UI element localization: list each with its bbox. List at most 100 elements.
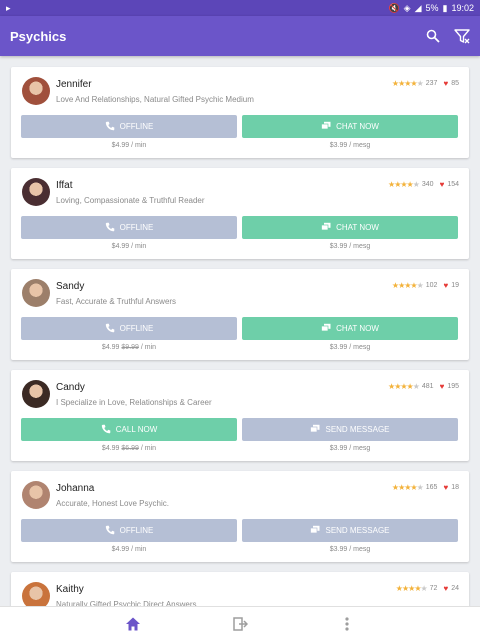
psychic-name[interactable]: Jennifer [56, 79, 92, 90]
call-price-rate: / min [140, 344, 157, 351]
message-price: $3.99 / mesg [329, 142, 371, 149]
message-price: $3.99 / mesg [329, 546, 371, 553]
phone-icon [105, 121, 115, 133]
call-button-label: OFFLINE [119, 223, 154, 232]
chat-icon [321, 222, 331, 234]
call-button-label: OFFLINE [119, 526, 154, 535]
message-button-label: CHAT NOW [336, 122, 379, 131]
heart-icon: ♥ [443, 79, 449, 88]
avatar[interactable] [22, 481, 50, 509]
more-vertical-icon[interactable] [327, 610, 367, 638]
psychic-card[interactable]: Johanna Accurate, Honest Love Psychic. ★… [11, 471, 469, 562]
psychic-card[interactable]: Kaithy Naturally Gifted Psychic Direct A… [11, 572, 469, 606]
review-count: 102 [425, 282, 438, 289]
psychic-card[interactable]: Jennifer Love And Relationships, Natural… [11, 67, 469, 158]
call-button[interactable]: OFFLINE [21, 519, 237, 542]
favorite-count: 18 [451, 484, 459, 491]
review-count: 72 [429, 585, 438, 592]
favorite-count: 19 [451, 282, 459, 289]
star-rating: ★★★★★ [388, 382, 420, 391]
call-price-original: $9.99 [121, 344, 139, 351]
chat-icon [321, 121, 331, 133]
psychic-tagline: Love And Relationships, Natural Gifted P… [56, 95, 254, 104]
call-price: $4.99 / min [21, 546, 237, 553]
bottom-nav [0, 606, 480, 640]
mute-icon: 🔇 [388, 2, 400, 13]
psychic-list[interactable]: Jennifer Love And Relationships, Natural… [0, 56, 480, 606]
psychic-card[interactable]: Candy I Specialize in Love, Relationship… [11, 370, 469, 461]
avatar[interactable] [22, 178, 50, 206]
call-button[interactable]: OFFLINE [21, 216, 237, 239]
message-button-label: SEND MESSAGE [325, 526, 390, 535]
rating-block: ★★★★★ 102 ♥ 19 [392, 281, 459, 290]
review-count: 340 [421, 181, 434, 188]
avatar[interactable] [22, 279, 50, 307]
call-button-label: CALL NOW [115, 425, 158, 434]
call-price: $4.99 $6.99 / min [21, 445, 237, 452]
psychic-name[interactable]: Candy [56, 382, 85, 393]
battery-level: 5% [425, 3, 439, 13]
review-count: 237 [425, 80, 438, 87]
chat-icon [310, 424, 320, 436]
call-button[interactable]: CALL NOW [21, 418, 237, 441]
filter-icon[interactable] [454, 28, 470, 44]
psychic-tagline: Accurate, Honest Love Psychic. [56, 499, 169, 508]
message-price: $3.99 / mesg [329, 243, 371, 250]
heart-icon: ♥ [439, 382, 445, 391]
rating-block: ★★★★★ 165 ♥ 18 [392, 483, 459, 492]
message-button[interactable]: SEND MESSAGE [242, 519, 458, 542]
message-button-label: CHAT NOW [336, 324, 379, 333]
star-rating: ★★★★★ [391, 79, 424, 88]
home-icon[interactable] [113, 610, 153, 638]
psychic-tagline: I Specialize in Love, Relationships & Ca… [56, 398, 212, 407]
favorite-count: 85 [451, 80, 459, 87]
message-button[interactable]: SEND MESSAGE [242, 418, 458, 441]
message-button[interactable]: CHAT NOW [242, 216, 458, 239]
message-button-label: SEND MESSAGE [325, 425, 390, 434]
message-button[interactable]: CHAT NOW [242, 317, 458, 340]
call-price: $4.99 / min [21, 142, 237, 149]
notification-icon: ▸ [6, 2, 11, 13]
call-price-rate: / min [140, 445, 157, 452]
avatar[interactable] [22, 77, 50, 105]
heart-icon: ♥ [443, 584, 449, 593]
call-button[interactable]: OFFLINE [21, 317, 237, 340]
favorite-count: 154 [447, 181, 459, 188]
avatar[interactable] [22, 380, 50, 408]
message-price: $3.99 / mesg [329, 445, 371, 452]
phone-icon [105, 525, 115, 537]
star-rating: ★★★★★ [395, 584, 428, 593]
favorite-count: 195 [447, 383, 459, 390]
favorite-count: 24 [451, 585, 459, 592]
search-icon[interactable] [426, 29, 440, 43]
call-price-current: $4.99 [101, 445, 120, 452]
psychic-name[interactable]: Johanna [56, 483, 94, 494]
call-price: $4.99 / min [21, 243, 237, 250]
rating-block: ★★★★★ 481 ♥ 195 [388, 382, 459, 391]
call-price-rate: $4.99 / min [111, 546, 147, 553]
clock: 19:02 [451, 3, 474, 13]
review-count: 481 [421, 383, 434, 390]
message-button[interactable]: CHAT NOW [242, 115, 458, 138]
avatar[interactable] [22, 582, 50, 606]
message-price: $3.99 / mesg [329, 344, 371, 351]
psychic-name[interactable]: Sandy [56, 281, 84, 292]
rating-block: ★★★★★ 237 ♥ 85 [392, 79, 459, 88]
call-price-rate: $4.99 / min [111, 243, 147, 250]
psychic-name[interactable]: Iffat [56, 180, 73, 191]
psychic-card[interactable]: Sandy Fast, Accurate & Truthful Answers … [11, 269, 469, 360]
chat-icon [310, 525, 320, 537]
logout-icon[interactable] [220, 610, 260, 638]
call-price-current: $4.99 [101, 344, 120, 351]
psychic-card[interactable]: Iffat Loving, Compassionate & Truthful R… [11, 168, 469, 259]
battery-icon: ▮ [442, 2, 448, 13]
psychic-name[interactable]: Kaithy [56, 584, 84, 595]
signal-icon: ◢ [414, 2, 422, 13]
app-bar: Psychics [0, 16, 480, 56]
star-rating: ★★★★★ [391, 281, 424, 290]
rating-block: ★★★★★ 340 ♥ 154 [388, 180, 459, 189]
call-price: $4.99 $9.99 / min [21, 344, 237, 351]
status-bar: ▸ 🔇 ◈ ◢ 5% ▮ 19:02 [0, 0, 480, 16]
star-rating: ★★★★★ [388, 180, 420, 189]
call-button[interactable]: OFFLINE [21, 115, 237, 138]
